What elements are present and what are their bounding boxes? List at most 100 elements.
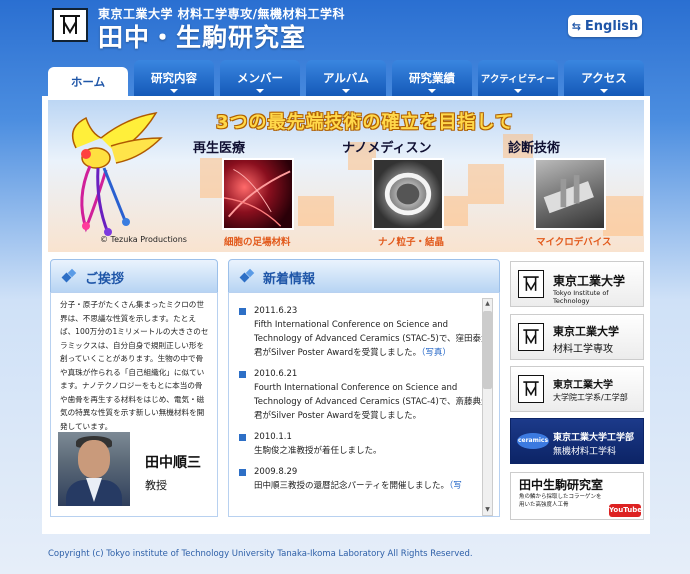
decorative-square — [603, 196, 643, 236]
news-item: 2009.8.29 田中順三教授の還暦記念パーティを開催しました。（写 — [234, 465, 496, 493]
tab-home[interactable]: ホーム — [48, 67, 128, 96]
photo-link[interactable]: （写 — [449, 481, 462, 491]
university-emblem-icon — [523, 276, 539, 291]
professor-name: 田中順三 — [145, 455, 201, 471]
main-nav: ホーム 研究内容 メンバー アルバム 研究業績 アクティビティー アクセス — [48, 60, 648, 96]
scroll-down-icon[interactable]: ▼ — [483, 505, 492, 515]
tab-label: アルバム — [323, 71, 369, 85]
footer-copyright: Copyright (c) Tokyo institute of Technol… — [48, 549, 473, 559]
swap-arrows-icon: ⇆ — [571, 19, 581, 33]
news-item: 2010.1.1 生駒俊之准教授が着任しました。 — [234, 430, 496, 458]
tab-label: メンバー — [237, 71, 283, 85]
tab-label: ホーム — [70, 75, 106, 89]
greeting-text: 分子・原子がたくさん集まったミクロの世界は、不思議な性質を示します。たとえば、1… — [60, 300, 209, 431]
chevron-down-icon — [342, 89, 350, 93]
university-logo-icon[interactable] — [52, 8, 88, 42]
scroll-thumb[interactable] — [483, 311, 492, 389]
cell-scaffold-image[interactable] — [222, 158, 294, 230]
decorative-square — [298, 196, 334, 226]
lab-title[interactable]: 田中・生駒研究室 — [98, 18, 306, 54]
tab-album[interactable]: アルバム — [306, 60, 386, 96]
tab-research[interactable]: 研究内容 — [134, 60, 214, 96]
university-emblem-icon — [523, 381, 539, 396]
greeting-title: ご挨拶 — [85, 272, 125, 287]
english-button-label: English — [584, 18, 639, 34]
link-ceramics[interactable]: ceramics 東京工業大学工学部 無機材料工学科 — [510, 418, 644, 464]
device-icon — [543, 175, 594, 214]
chevron-down-icon — [428, 89, 436, 93]
link-line1: 東京工業大学 — [553, 325, 619, 338]
greeting-header: ご挨拶 — [50, 259, 218, 293]
news-date: 2009.8.29 — [254, 467, 298, 477]
tab-members[interactable]: メンバー — [220, 60, 300, 96]
news-text: Fourth International Conference on Scien… — [254, 383, 490, 421]
professor-photo — [58, 432, 130, 506]
chevron-down-icon — [256, 89, 264, 93]
caption-nanoparticle: ナノ粒子・結晶 — [378, 237, 445, 248]
university-emblem-icon — [60, 15, 80, 34]
chevron-down-icon — [600, 89, 608, 93]
nanoparticle-image[interactable] — [372, 158, 444, 230]
news-title: 新着情報 — [263, 272, 316, 287]
tab-access[interactable]: アクセス — [564, 60, 644, 96]
tab-publications[interactable]: 研究業績 — [392, 60, 472, 96]
link-materials-dept[interactable]: 東京工業大学 材料工学専攻 — [510, 314, 644, 360]
caption-scaffold: 細胞の足場材料 — [224, 237, 291, 248]
news-header: 新着情報 — [228, 259, 500, 293]
ceramics-badge-icon: ceramics — [517, 433, 549, 449]
english-button[interactable]: ⇆ English — [568, 15, 642, 37]
scroll-up-icon[interactable]: ▲ — [483, 299, 492, 309]
tab-label: 研究業績 — [409, 71, 455, 85]
professor-title: 教授 — [145, 479, 167, 492]
university-logo-icon — [518, 323, 544, 351]
news-list[interactable]: 2011.6.23 Fifth International Conference… — [234, 295, 496, 517]
news-date: 2011.6.23 — [254, 306, 298, 316]
tab-activities[interactable]: アクティビティー — [478, 60, 558, 96]
cell-texture-icon — [223, 169, 291, 227]
link-line1: 東京工業大学工学部 — [553, 433, 635, 443]
blue-cubes-icon — [239, 268, 255, 283]
university-logo-icon — [518, 270, 544, 298]
link-line2: 無機材料工学科 — [553, 447, 617, 457]
youtube-icon: YouTube — [609, 504, 642, 517]
bullet-icon — [239, 308, 246, 315]
field-label-nanomedicine: ナノメディスン — [342, 141, 432, 156]
university-logo-icon — [518, 375, 544, 403]
decorative-square — [468, 164, 504, 204]
microdevice-image[interactable] — [534, 158, 606, 230]
field-label-regenerative: 再生医療 — [193, 141, 246, 156]
tab-label: アクティビティー — [480, 74, 556, 85]
link-line1: 田中生駒研究室 — [519, 478, 604, 492]
link-titech[interactable]: 東京工業大学 Tokyo Institute of Technology — [510, 261, 644, 307]
link-youtube-lab[interactable]: 田中生駒研究室 魚の鱗から採取したコラーゲンを用いた高強度人工骨 YouTube — [510, 472, 644, 520]
field-label-diagnostics: 診断技術 — [508, 141, 561, 156]
photo-link[interactable]: （写真） — [421, 348, 451, 358]
chevron-down-icon — [514, 89, 522, 93]
news-scrollbar[interactable]: ▲ ▼ — [482, 298, 493, 516]
banner-headline: 3つの最先端技術の確立を目指して — [216, 112, 514, 133]
caption-microdevice: マイクロデバイス — [536, 237, 612, 248]
link-line1: 東京工業大学 — [553, 380, 613, 391]
chevron-down-icon — [170, 89, 178, 93]
link-line2: Tokyo Institute of Technology — [553, 289, 609, 305]
link-line2: 材料工学専攻 — [553, 344, 613, 355]
decorative-square — [440, 196, 468, 226]
phoenix-illustration — [71, 111, 163, 236]
link-line2: 魚の鱗から採取したコラーゲンを用いた高強度人工骨 — [519, 494, 602, 508]
bullet-icon — [239, 434, 246, 441]
news-text: 生駒俊之准教授が着任しました。 — [254, 446, 382, 456]
link-line1: 東京工業大学 — [553, 274, 626, 288]
university-emblem-icon — [523, 329, 539, 344]
link-engineering[interactable]: 東京工業大学 大学院工学系/工学部 — [510, 366, 644, 412]
bullet-icon — [239, 469, 246, 476]
bullet-icon — [239, 371, 246, 378]
link-line2: 大学院工学系/工学部 — [553, 393, 628, 402]
news-item: 2010.6.21 Fourth International Conferenc… — [234, 367, 496, 423]
news-text: Fifth International Conference on Scienc… — [254, 320, 490, 358]
photo-face — [78, 440, 110, 478]
blue-cubes-icon — [61, 268, 77, 283]
news-date: 2010.6.21 — [254, 369, 298, 379]
news-item: 2011.6.23 Fifth International Conference… — [234, 304, 496, 360]
tab-label: 研究内容 — [151, 71, 197, 85]
tab-label: アクセス — [581, 71, 627, 85]
